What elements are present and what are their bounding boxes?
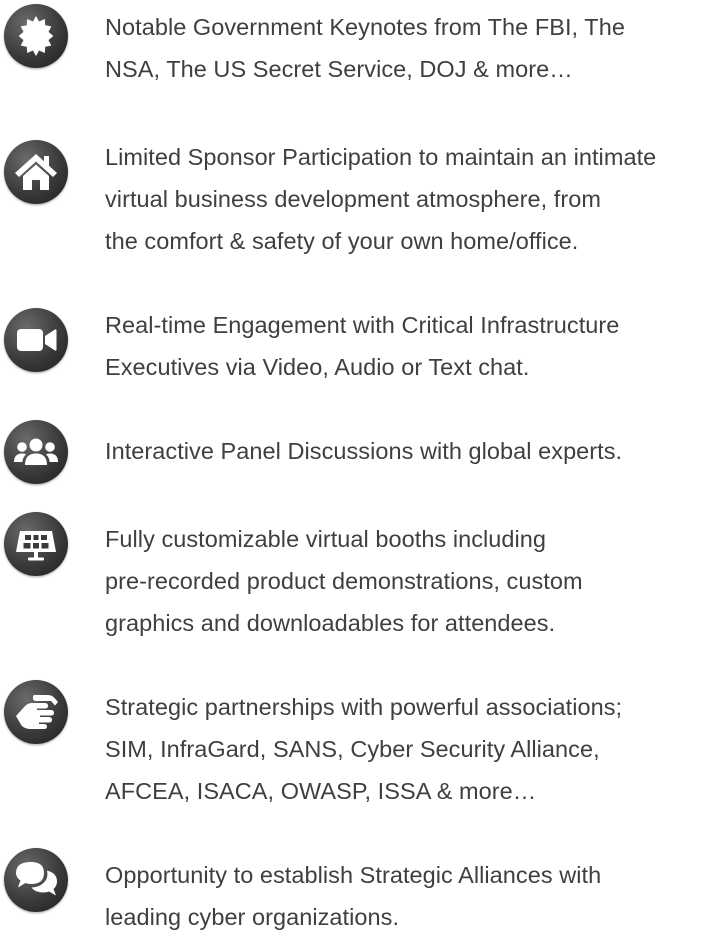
feature-text: Strategic partnerships with powerful ass… <box>105 686 723 812</box>
feature-line: AFCEA, ISACA, OWASP, ISSA & more… <box>105 778 537 804</box>
feature-text: Notable Government Keynotes from The FBI… <box>105 6 723 90</box>
feature-line: SIM, InfraGard, SANS, Cyber Security All… <box>105 736 600 762</box>
video-camera-icon <box>4 308 68 372</box>
feature-text: Limited Sponsor Participation to maintai… <box>105 136 723 262</box>
feature-text: Opportunity to establish Strategic Allia… <box>105 854 723 938</box>
users-icon <box>4 420 68 484</box>
feature-line: pre-recorded product demonstrations, cus… <box>105 568 583 594</box>
feature-line: the comfort & safety of your own home/of… <box>105 228 579 254</box>
home-icon <box>4 140 68 204</box>
comments-icon <box>4 848 68 912</box>
feature-line: Real-time Engagement with Critical Infra… <box>105 312 620 338</box>
feature-line: Notable Government Keynotes from The FBI… <box>105 14 625 40</box>
feature-line: virtual business development atmosphere,… <box>105 186 601 212</box>
solar-panel-icon <box>4 512 68 576</box>
feature-line: NSA, The US Secret Service, DOJ & more… <box>105 56 573 82</box>
feature-line: Opportunity to establish Strategic Allia… <box>105 862 602 888</box>
feature-line: Strategic partnerships with powerful ass… <box>105 694 623 720</box>
feature-line: Executives via Video, Audio or Text chat… <box>105 354 530 380</box>
feature-line: Fully customizable virtual booths includ… <box>105 526 547 552</box>
feature-list: Notable Government Keynotes from The FBI… <box>0 0 725 934</box>
feature-text: Real-time Engagement with Critical Infra… <box>105 304 723 388</box>
handshake-icon <box>4 680 68 744</box>
feature-text: Fully customizable virtual booths includ… <box>105 518 723 644</box>
feature-line: Interactive Panel Discussions with globa… <box>105 438 623 464</box>
badge-star-icon <box>4 4 68 68</box>
feature-line: Limited Sponsor Participation to maintai… <box>105 144 657 170</box>
feature-text: Interactive Panel Discussions with globa… <box>105 430 723 472</box>
feature-line: leading cyber organizations. <box>105 904 400 930</box>
feature-line: graphics and downloadables for attendees… <box>105 610 556 636</box>
